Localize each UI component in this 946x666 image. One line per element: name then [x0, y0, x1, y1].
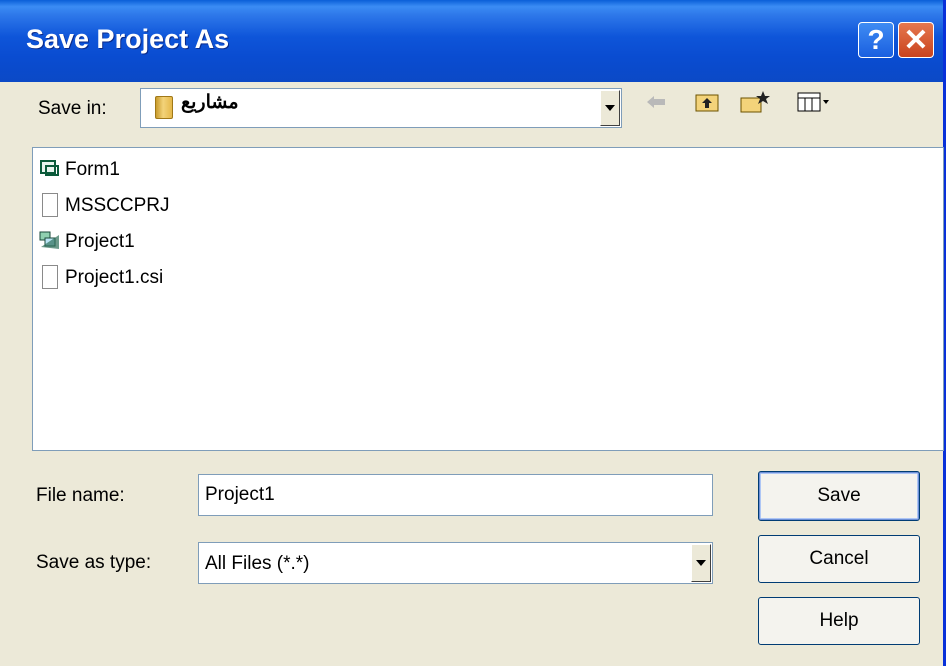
chevron-down-icon[interactable]	[691, 544, 711, 582]
file-name-text: MSSCCPRJ	[65, 195, 170, 216]
dialog-title: Save Project As	[26, 24, 230, 54]
vb-project-icon	[39, 229, 61, 255]
file-name-field[interactable]	[198, 474, 713, 516]
file-name-text: Form1	[65, 159, 120, 180]
save-in-label: Save in:	[38, 98, 107, 119]
save-button[interactable]: Save	[758, 471, 920, 521]
form-icon	[39, 157, 61, 183]
save-as-type-dropdown[interactable]: All Files (*.*)	[198, 542, 713, 584]
save-as-type-label: Save as type:	[36, 552, 152, 573]
list-item[interactable]: Project1.csi	[39, 264, 163, 292]
save-project-dialog: Save Project As ? ✕ Save in: مشاريع Form…	[0, 0, 946, 666]
title-bar[interactable]: Save Project As ? ✕	[0, 0, 943, 82]
list-item[interactable]: Form1	[39, 156, 120, 184]
save-in-value: مشاريع	[181, 92, 239, 113]
list-item[interactable]: Project1	[39, 228, 135, 256]
save-in-dropdown[interactable]: مشاريع	[140, 88, 622, 128]
close-button[interactable]: ✕	[898, 22, 934, 58]
file-name-text: Project1.csi	[65, 267, 164, 288]
document-icon	[39, 265, 61, 291]
file-list[interactable]: Form1 MSSCCPRJ Project1 Project1.csi	[32, 147, 944, 451]
chevron-down-icon[interactable]	[600, 90, 620, 126]
list-item[interactable]: MSSCCPRJ	[39, 192, 170, 220]
file-name-label: File name:	[36, 485, 125, 506]
folder-icon	[155, 96, 173, 119]
help-button[interactable]: Help	[758, 597, 920, 645]
up-folder-icon[interactable]	[692, 90, 722, 114]
new-folder-icon[interactable]	[738, 90, 772, 114]
views-menu-icon[interactable]	[796, 90, 832, 114]
save-as-type-value: All Files (*.*)	[205, 553, 310, 574]
back-arrow-icon[interactable]	[643, 90, 669, 114]
help-title-button[interactable]: ?	[858, 22, 894, 58]
cancel-button[interactable]: Cancel	[758, 535, 920, 583]
file-name-text: Project1	[65, 231, 135, 252]
document-icon	[39, 193, 61, 219]
